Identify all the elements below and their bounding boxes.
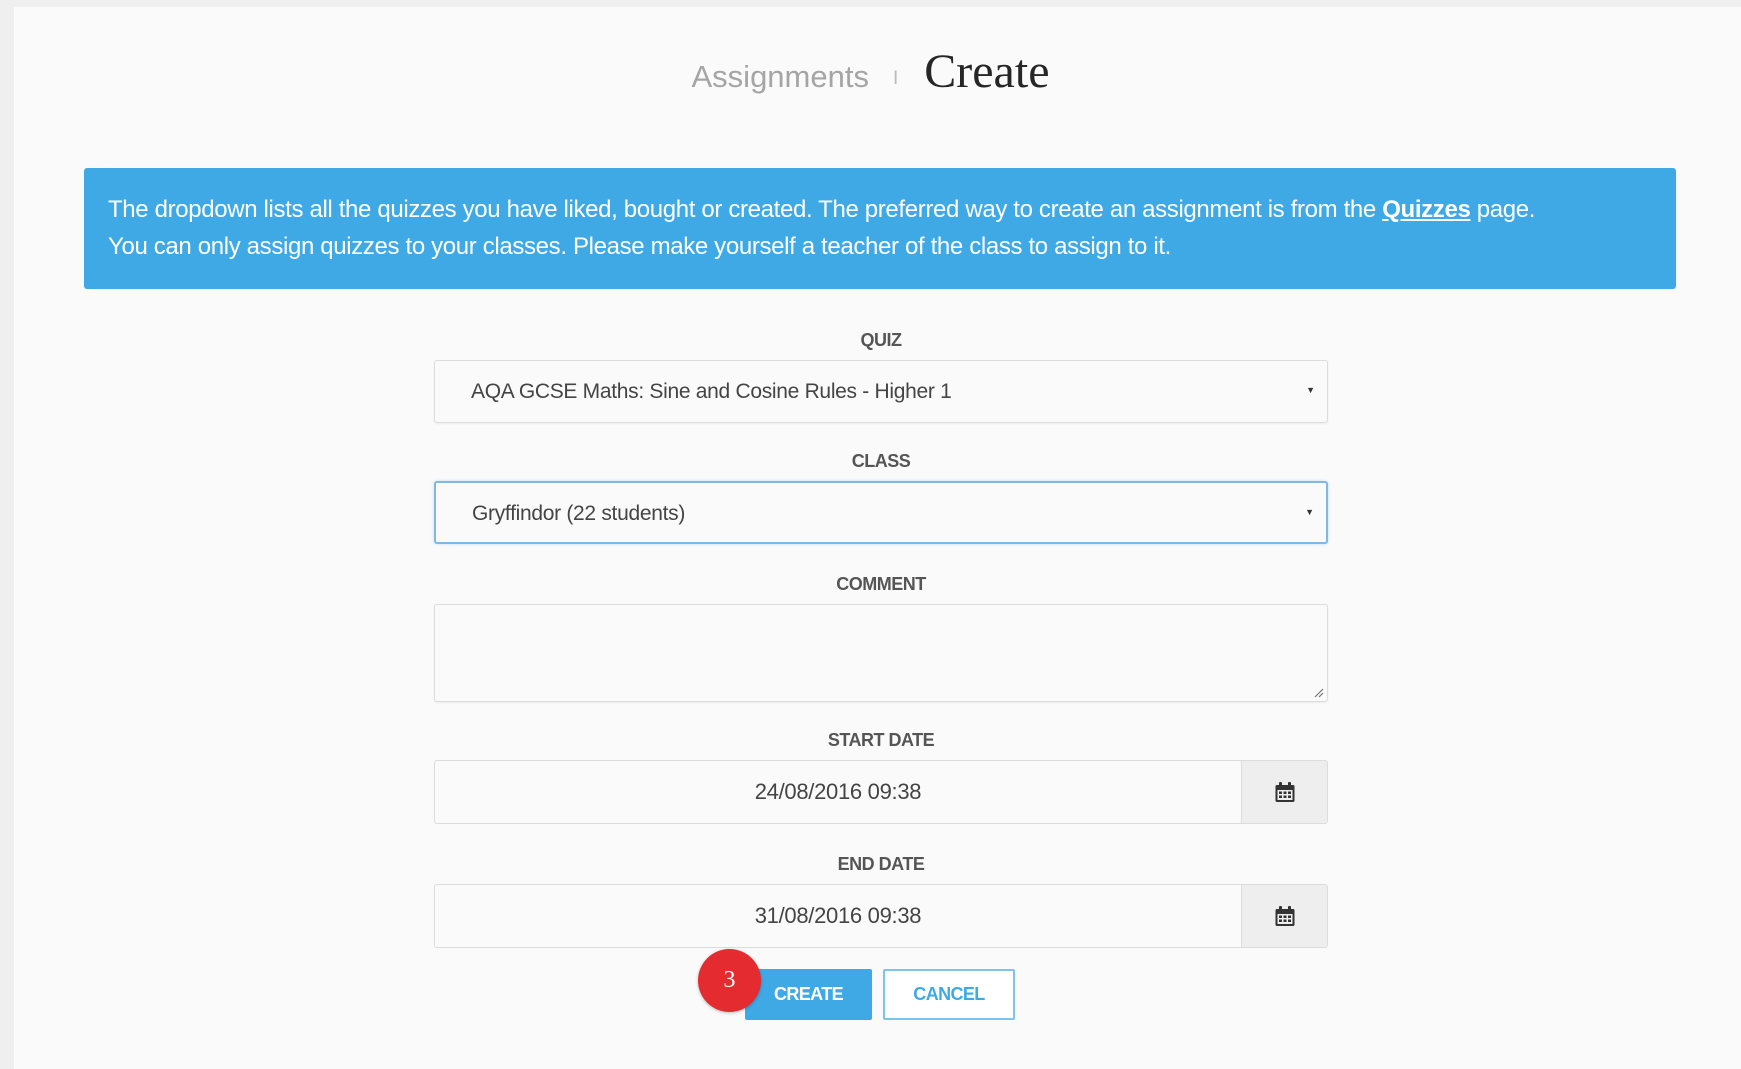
end-date-label: END DATE (837, 854, 925, 874)
start-date-group (434, 760, 1328, 824)
end-date-group (434, 884, 1328, 948)
cancel-button[interactable]: CANCEL (883, 969, 1015, 1020)
quiz-select[interactable]: AQA GCSE Maths: Sine and Cosine Rules - … (434, 360, 1328, 423)
start-date-label: START DATE (827, 730, 935, 750)
chevron-down-icon: ▼ (1306, 385, 1315, 395)
info-line-2: You can only assign quizzes to your clas… (108, 233, 1171, 260)
breadcrumb: Assignments I Create (0, 44, 1741, 114)
breadcrumb-assignments-link[interactable]: Assignments (692, 59, 869, 95)
end-date-input[interactable] (434, 884, 1241, 948)
create-button[interactable]: CREATE (745, 969, 872, 1020)
resize-grip-icon[interactable] (1312, 686, 1324, 698)
quizzes-link[interactable]: Quizzes (1382, 196, 1471, 223)
info-line-1-end: page. (1470, 196, 1536, 223)
page-title: Create (924, 45, 1050, 98)
step-number-badge: 3 (698, 949, 761, 1012)
quiz-label: QUIZ (860, 330, 903, 350)
calendar-icon (1275, 782, 1294, 802)
class-label: CLASS (851, 451, 911, 471)
class-select-value: Gryffindor (22 students) (472, 502, 686, 525)
comment-textarea[interactable] (434, 604, 1328, 702)
class-select[interactable]: Gryffindor (22 students) ▼ (434, 481, 1328, 544)
breadcrumb-separator: I (892, 68, 899, 89)
end-date-picker-button[interactable] (1241, 884, 1328, 948)
comment-label: COMMENT (836, 574, 926, 594)
start-date-input[interactable] (434, 760, 1241, 824)
chevron-down-icon: ▼ (1305, 507, 1314, 517)
info-line-1-text: The dropdown lists all the quizzes you h… (108, 196, 1383, 223)
calendar-icon (1275, 906, 1294, 926)
start-date-picker-button[interactable] (1241, 760, 1328, 824)
info-banner: The dropdown lists all the quizzes you h… (84, 168, 1676, 289)
quiz-select-value: AQA GCSE Maths: Sine and Cosine Rules - … (471, 380, 952, 403)
info-line-1: The dropdown lists all the quizzes you h… (108, 191, 1652, 228)
